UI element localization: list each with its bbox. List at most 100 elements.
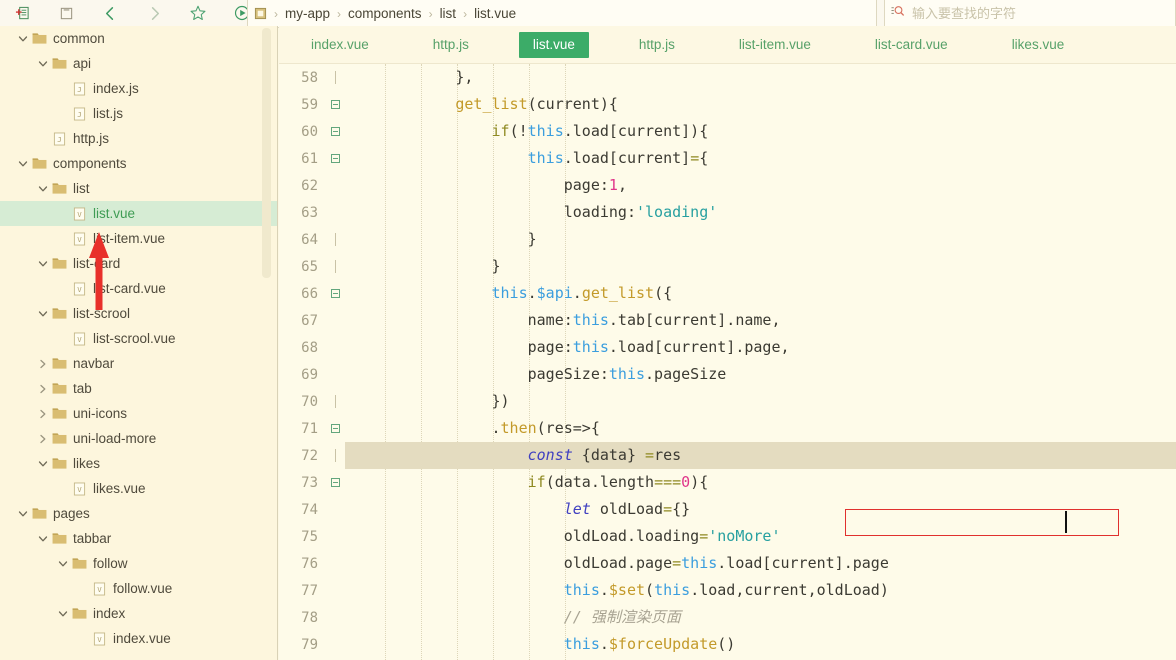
tree-folder-common[interactable]: common xyxy=(0,26,277,51)
tree-file-list-vue[interactable]: Vlist.vue xyxy=(0,201,277,226)
tree-folder-follow[interactable]: follow xyxy=(0,551,277,576)
tree-file-list-item-vue[interactable]: Vlist-item.vue xyxy=(0,226,277,251)
chevron-right-icon[interactable] xyxy=(36,407,50,421)
code-line[interactable]: 68 page:this.load[current].page, xyxy=(279,334,1176,361)
sidebar-scrollbar-track[interactable] xyxy=(262,26,274,660)
tree-folder-index[interactable]: index xyxy=(0,601,277,626)
tree-folder-list-scrool[interactable]: list-scrool xyxy=(0,301,277,326)
chevron-down-icon[interactable] xyxy=(36,182,50,196)
fold-collapse-icon[interactable] xyxy=(325,289,345,298)
code-line[interactable]: 61 this.load[current]={ xyxy=(279,145,1176,172)
chevron-down-icon[interactable] xyxy=(36,307,50,321)
code-line[interactable]: 59 get_list(current){ xyxy=(279,91,1176,118)
fold-collapse-icon[interactable] xyxy=(325,478,345,487)
breadcrumb[interactable]: › my-app › components › list › list.vue xyxy=(247,0,877,28)
chevron-down-icon[interactable] xyxy=(36,257,50,271)
code-line[interactable]: 77 this.$set(this.load,current,oldLoad) xyxy=(279,577,1176,604)
tree-file-index-js[interactable]: Jindex.js xyxy=(0,76,277,101)
fold-guide-tick xyxy=(325,395,345,408)
editor-tab-list-vue[interactable]: list.vue xyxy=(518,31,589,58)
code-line[interactable]: 70 }) xyxy=(279,388,1176,415)
tree-folder-list[interactable]: list xyxy=(0,176,277,201)
tree-file-list-js[interactable]: Jlist.js xyxy=(0,101,277,126)
chevron-right-icon[interactable] xyxy=(36,357,50,371)
forward-arrow-icon[interactable] xyxy=(132,0,176,26)
editor-tab-list-card-vue[interactable]: list-card.vue xyxy=(861,32,962,58)
breadcrumb-item-my-app[interactable]: my-app xyxy=(283,6,332,21)
editor-tab-http-js[interactable]: http.js xyxy=(625,32,689,58)
tree-folder-likes[interactable]: likes xyxy=(0,451,277,476)
fold-collapse-icon[interactable] xyxy=(325,424,345,433)
chevron-down-icon[interactable] xyxy=(36,532,50,546)
tree-file-list-scrool-vue[interactable]: Vlist-scrool.vue xyxy=(0,326,277,351)
star-icon[interactable] xyxy=(176,0,220,26)
code-line[interactable]: 75 oldLoad.loading='noMore' xyxy=(279,523,1176,550)
code-line[interactable]: 76 oldLoad.page=this.load[current].page xyxy=(279,550,1176,577)
search-input[interactable] xyxy=(912,6,1142,21)
code-viewport[interactable]: 58 }, 59 get_list(current){60 if(!this.lo… xyxy=(279,64,1176,660)
tree-file-likes-vue[interactable]: Vlikes.vue xyxy=(0,476,277,501)
code-line[interactable]: 67 name:this.tab[current].name, xyxy=(279,307,1176,334)
chevron-right-icon[interactable] xyxy=(36,432,50,446)
chevron-down-icon[interactable] xyxy=(16,157,30,171)
editor-tab-http-js[interactable]: http.js xyxy=(419,32,483,58)
chevron-down-icon[interactable] xyxy=(36,457,50,471)
chevron-down-icon[interactable] xyxy=(16,32,30,46)
tree-file-http-js[interactable]: Jhttp.js xyxy=(0,126,277,151)
code-line[interactable]: 78 // 强制渲染页面 xyxy=(279,604,1176,631)
editor-tab-index-vue[interactable]: index.vue xyxy=(297,32,383,58)
file-tree[interactable]: common api Jindex.js Jlist.js Jhttp.js compon… xyxy=(0,26,277,651)
code-line[interactable]: 64 } xyxy=(279,226,1176,253)
new-file-icon[interactable] xyxy=(0,0,44,26)
fold-collapse-icon[interactable] xyxy=(325,127,345,136)
chevron-down-icon[interactable] xyxy=(56,557,70,571)
code-line[interactable]: 65 } xyxy=(279,253,1176,280)
fold-collapse-icon[interactable] xyxy=(325,154,345,163)
chevron-down-icon[interactable] xyxy=(36,57,50,71)
code-line[interactable]: 74 let oldLoad={} xyxy=(279,496,1176,523)
tree-folder-tabbar[interactable]: tabbar xyxy=(0,526,277,551)
folder-icon xyxy=(30,157,48,170)
code-line[interactable]: 62 page:1, xyxy=(279,172,1176,199)
editor-tab-bar[interactable]: index.vue http.js list.vue http.js list-item… xyxy=(279,26,1176,64)
chevron-down-icon[interactable] xyxy=(16,507,30,521)
tree-folder-components[interactable]: components xyxy=(0,151,277,176)
save-icon[interactable] xyxy=(44,0,88,26)
tree-file-index-vue[interactable]: Vindex.vue xyxy=(0,626,277,651)
code-line[interactable]: 71 .then(res=>{ xyxy=(279,415,1176,442)
code-token: this xyxy=(563,635,600,653)
tree-folder-list-card[interactable]: list-card xyxy=(0,251,277,276)
back-arrow-icon[interactable] xyxy=(88,0,132,26)
code-line[interactable]: 63 loading:'loading' xyxy=(279,199,1176,226)
file-explorer-sidebar[interactable]: common api Jindex.js Jlist.js Jhttp.js compon… xyxy=(0,26,278,660)
chevron-down-icon[interactable] xyxy=(56,607,70,621)
code-line[interactable]: 69 pageSize:this.pageSize xyxy=(279,361,1176,388)
tree-folder-tab[interactable]: tab xyxy=(0,376,277,401)
breadcrumb-item-components[interactable]: components xyxy=(346,6,424,21)
tree-file-list-card-vue[interactable]: Vlist-card.vue xyxy=(0,276,277,301)
tree-folder-navbar[interactable]: navbar xyxy=(0,351,277,376)
tree-folder-api[interactable]: api xyxy=(0,51,277,76)
editor-tab-list-item-vue[interactable]: list-item.vue xyxy=(725,32,825,58)
tree-folder-pages[interactable]: pages xyxy=(0,501,277,526)
tree-file-follow-vue[interactable]: Vfollow.vue xyxy=(0,576,277,601)
sidebar-scrollbar-thumb[interactable] xyxy=(262,28,271,278)
search-box[interactable] xyxy=(884,0,1176,28)
code-line[interactable]: 73 if(data.length===0){ xyxy=(279,469,1176,496)
code-line[interactable]: 60 if(!this.load[current]){ xyxy=(279,118,1176,145)
tree-folder-uni-load-more[interactable]: uni-load-more xyxy=(0,426,277,451)
code-token: const xyxy=(527,446,573,464)
code-lines[interactable]: 58 }, 59 get_list(current){60 if(!this.lo… xyxy=(279,64,1176,658)
code-line[interactable]: 79 this.$forceUpdate() xyxy=(279,631,1176,658)
code-token: oldLoad.loading xyxy=(347,527,700,545)
code-line[interactable]: 66 this.$api.get_list({ xyxy=(279,280,1176,307)
breadcrumb-item-list-vue[interactable]: list.vue xyxy=(472,6,518,21)
tree-folder-uni-icons[interactable]: uni-icons xyxy=(0,401,277,426)
code-line[interactable]: 72 const {data} =res xyxy=(279,442,1176,469)
fold-collapse-icon[interactable] xyxy=(325,100,345,109)
code-line[interactable]: 58 }, xyxy=(279,64,1176,91)
chevron-right-icon[interactable] xyxy=(36,382,50,396)
breadcrumb-item-list[interactable]: list xyxy=(438,6,459,21)
editor-tab-likes-vue[interactable]: likes.vue xyxy=(998,32,1079,58)
